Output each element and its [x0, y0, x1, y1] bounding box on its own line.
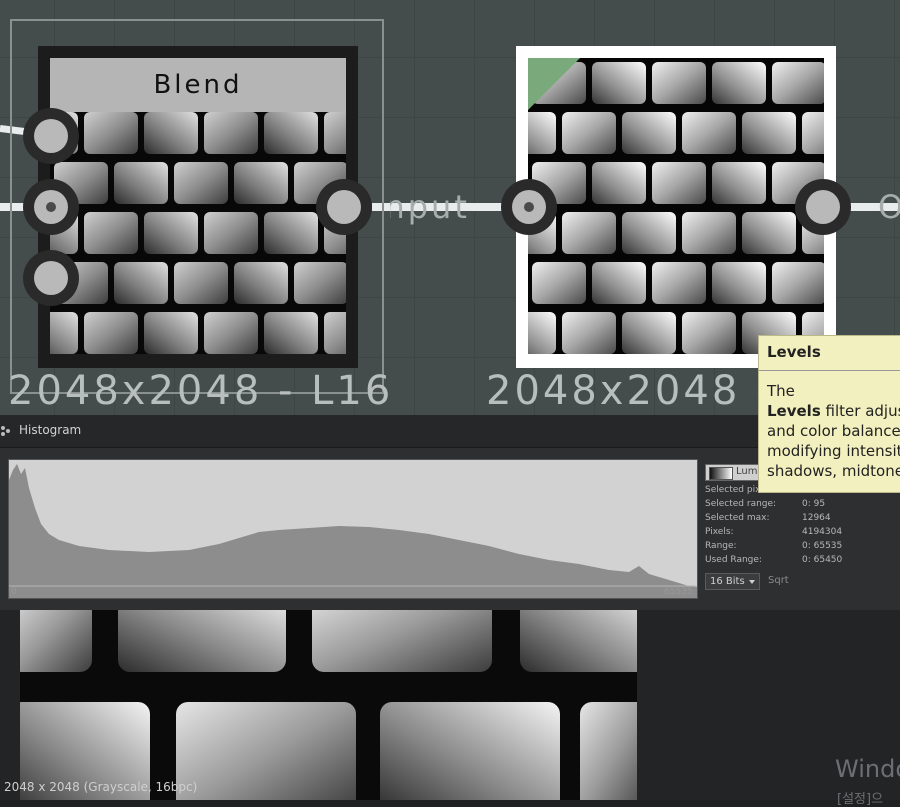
- 2d-view-image[interactable]: [20, 610, 637, 800]
- tooltip-line-2-rest: filter adjusts: [825, 402, 900, 420]
- tooltip-line-3: and color balance of: [767, 422, 900, 440]
- blend-node[interactable]: Blend: [38, 46, 358, 368]
- histogram-axis-min: 0: [11, 587, 17, 597]
- histogram-axis-max: 65535: [664, 587, 693, 597]
- histogram-curve: [9, 464, 697, 598]
- panel-grip-icon[interactable]: [0, 424, 12, 438]
- tooltip-title: Levels: [767, 343, 821, 361]
- 2d-view-caption: 2048 x 2048 (Grayscale, 16bpc): [4, 780, 198, 794]
- stat-value: 0: 65450: [802, 555, 843, 565]
- levels-node[interactable]: [516, 46, 836, 368]
- levels-tooltip: Levels The Levels filter adjusts and col…: [758, 335, 900, 493]
- luminance-gradient-icon: [709, 467, 733, 480]
- levels-output-port[interactable]: [795, 179, 851, 235]
- stat-value: 0: 65535: [802, 541, 843, 551]
- bit-depth-select[interactable]: 16 Bits: [705, 573, 760, 590]
- sqrt-toggle[interactable]: Sqrt: [768, 575, 789, 586]
- histogram-plot[interactable]: 0 65535: [8, 459, 698, 599]
- tooltip-line-4: modifying intensity: [767, 442, 900, 460]
- stat-key: Used Range:: [705, 555, 762, 565]
- levels-node-state-flag: [528, 58, 580, 110]
- blend-node-title: Blend: [50, 58, 346, 112]
- blend-output-port[interactable]: [316, 179, 372, 235]
- tooltip-line-5: shadows, midtones,: [767, 462, 900, 480]
- blend-input-port-2[interactable]: [23, 179, 79, 235]
- tooltip-divider: [759, 370, 900, 371]
- stat-value: 4194304: [802, 527, 843, 537]
- 2d-view-panel[interactable]: 2048 x 2048 (Grayscale, 16bpc) Windows […: [0, 610, 900, 807]
- blend-input-port-3[interactable]: [23, 250, 79, 306]
- levels-input-port[interactable]: [501, 179, 557, 235]
- chevron-down-icon: [749, 580, 755, 584]
- stat-key: Pixels:: [705, 527, 734, 537]
- wire-label-output: Output: [878, 188, 900, 226]
- stat-value: 12964: [802, 513, 831, 523]
- windows-watermark-subtitle: [설정]으: [837, 792, 884, 807]
- bit-depth-value: 16 Bits: [710, 576, 745, 587]
- blend-input-port-1[interactable]: [23, 108, 79, 164]
- stat-value: 0: 95: [802, 499, 826, 509]
- tooltip-line-1: The: [767, 382, 795, 400]
- stat-key: Range:: [705, 541, 737, 551]
- histogram-panel-title: Histogram: [19, 423, 82, 437]
- windows-watermark-title: Windows: [835, 755, 900, 783]
- blend-node-resolution: 2048x2048 - L16: [8, 368, 394, 414]
- tooltip-line-2: Levels filter adjusts: [767, 401, 900, 421]
- stat-key: Selected range:: [705, 499, 777, 509]
- tooltip-bold-word: Levels: [767, 402, 821, 420]
- stat-key: Selected max:: [705, 513, 770, 523]
